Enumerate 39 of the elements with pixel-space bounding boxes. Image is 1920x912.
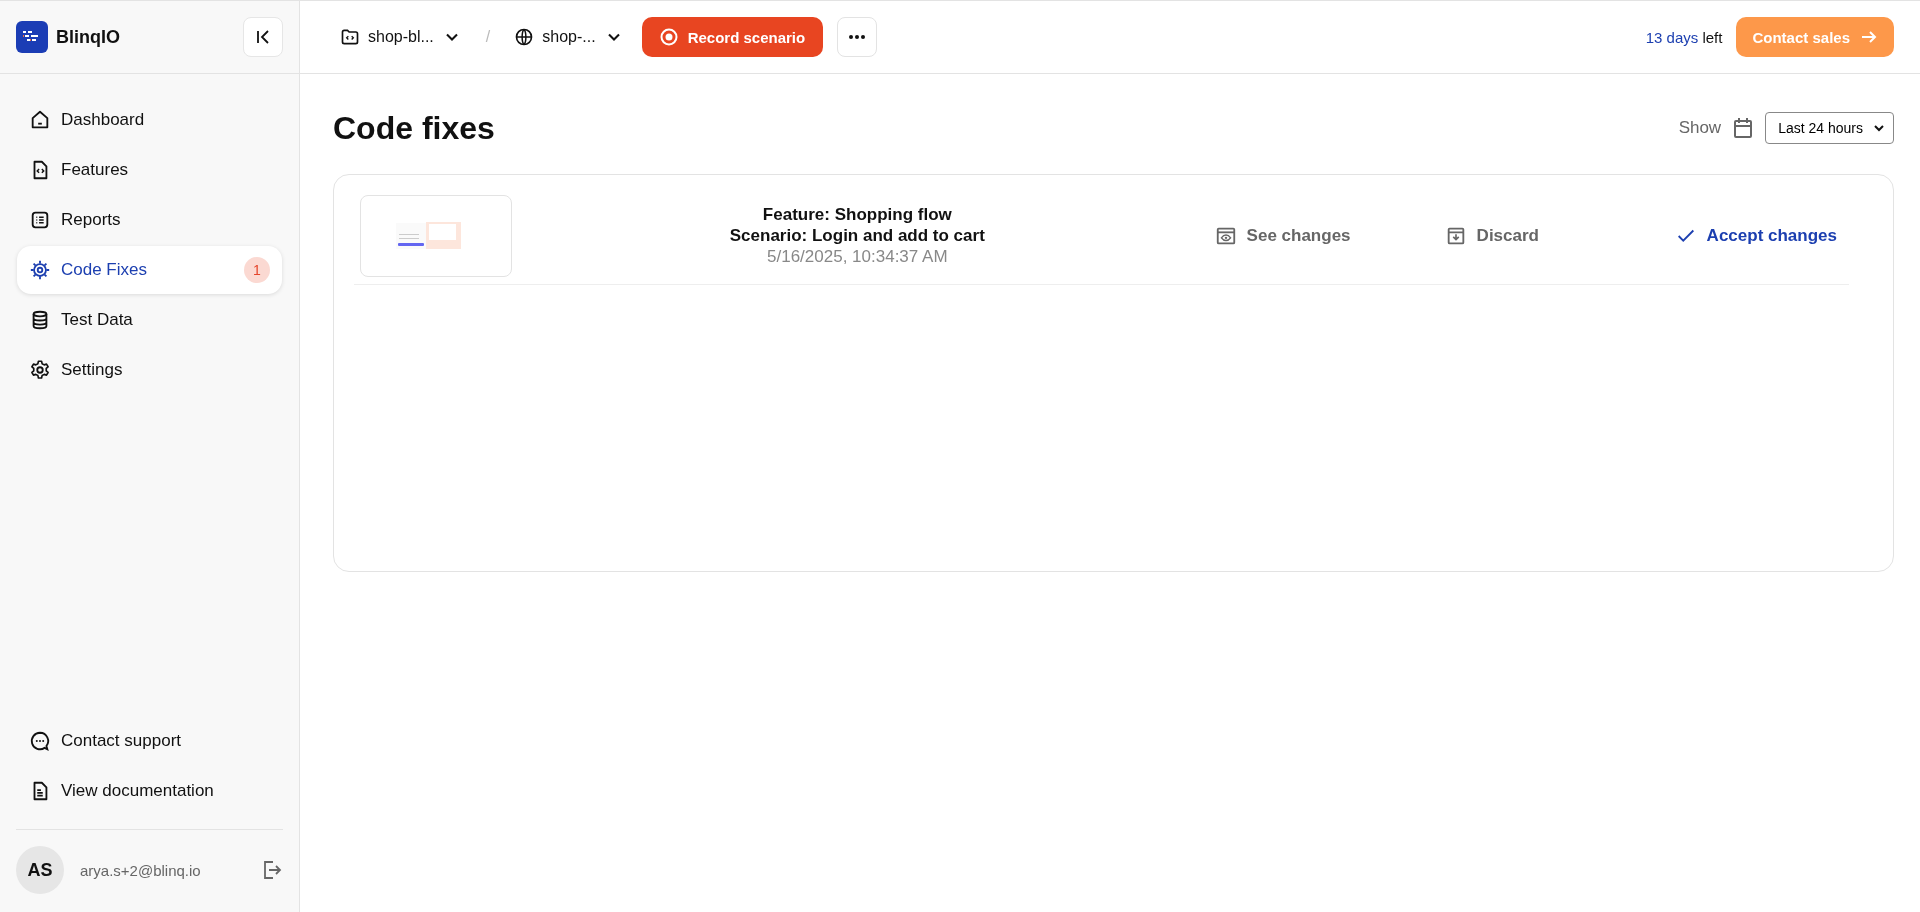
time-range-select[interactable]: Last 24 hours: [1765, 112, 1894, 144]
sidebar-item[interactable]: Code Fixes 1: [17, 246, 282, 294]
code-folder-icon: [340, 27, 360, 47]
sidebar-item[interactable]: Test Data: [17, 296, 282, 344]
house-icon: [29, 109, 51, 131]
sidebar-link[interactable]: Contact support: [17, 717, 282, 765]
record-scenario-button[interactable]: Record scenario: [641, 17, 824, 57]
fix-timestamp: 5/16/2025, 10:34:37 AM: [766, 246, 949, 267]
accept-changes-button[interactable]: Accept changes: [1662, 224, 1849, 247]
scenario-name: Scenario: Login and add to cart: [728, 225, 986, 246]
trial-remaining-text: 13 days left: [1645, 28, 1723, 46]
more-options-button[interactable]: [837, 17, 878, 57]
settings-icon: [29, 359, 51, 381]
gear-chip-icon: [29, 259, 51, 281]
brand-logo-icon: [16, 21, 48, 53]
user-avatar: AS: [16, 846, 64, 894]
discard-button[interactable]: Discard: [1432, 224, 1663, 247]
brand-name: BlinqIO: [56, 26, 120, 48]
sidebar-item[interactable]: Dashboard: [17, 96, 282, 144]
breadcrumb-separator: /: [485, 28, 491, 46]
user-email: arya.s+2@blinq.io: [80, 861, 202, 879]
ellipsis-icon: [847, 34, 868, 40]
sidebar-link[interactable]: View documentation: [17, 767, 282, 815]
filter-label: Show: [1678, 118, 1722, 138]
environment-dropdown[interactable]: shop-...: [510, 27, 628, 47]
sidebar-item[interactable]: Features: [17, 146, 282, 194]
project-dropdown[interactable]: shop-bl...: [336, 27, 466, 47]
feature-name: Feature: Shopping flow: [761, 204, 953, 225]
record-icon: [659, 28, 678, 46]
collapse-sidebar-button[interactable]: [243, 17, 283, 57]
chat-bubble-icon: [29, 730, 51, 752]
page-title: Code fixes: [333, 109, 495, 147]
list-icon: [29, 209, 51, 231]
sidebar-item[interactable]: Reports: [17, 196, 282, 244]
see-changes-button[interactable]: See changes: [1202, 224, 1433, 247]
chevron-down-icon: [1873, 122, 1885, 134]
globe-icon: [514, 27, 535, 47]
sidebar-item[interactable]: Settings: [17, 346, 282, 394]
count-badge: 1: [244, 257, 270, 283]
